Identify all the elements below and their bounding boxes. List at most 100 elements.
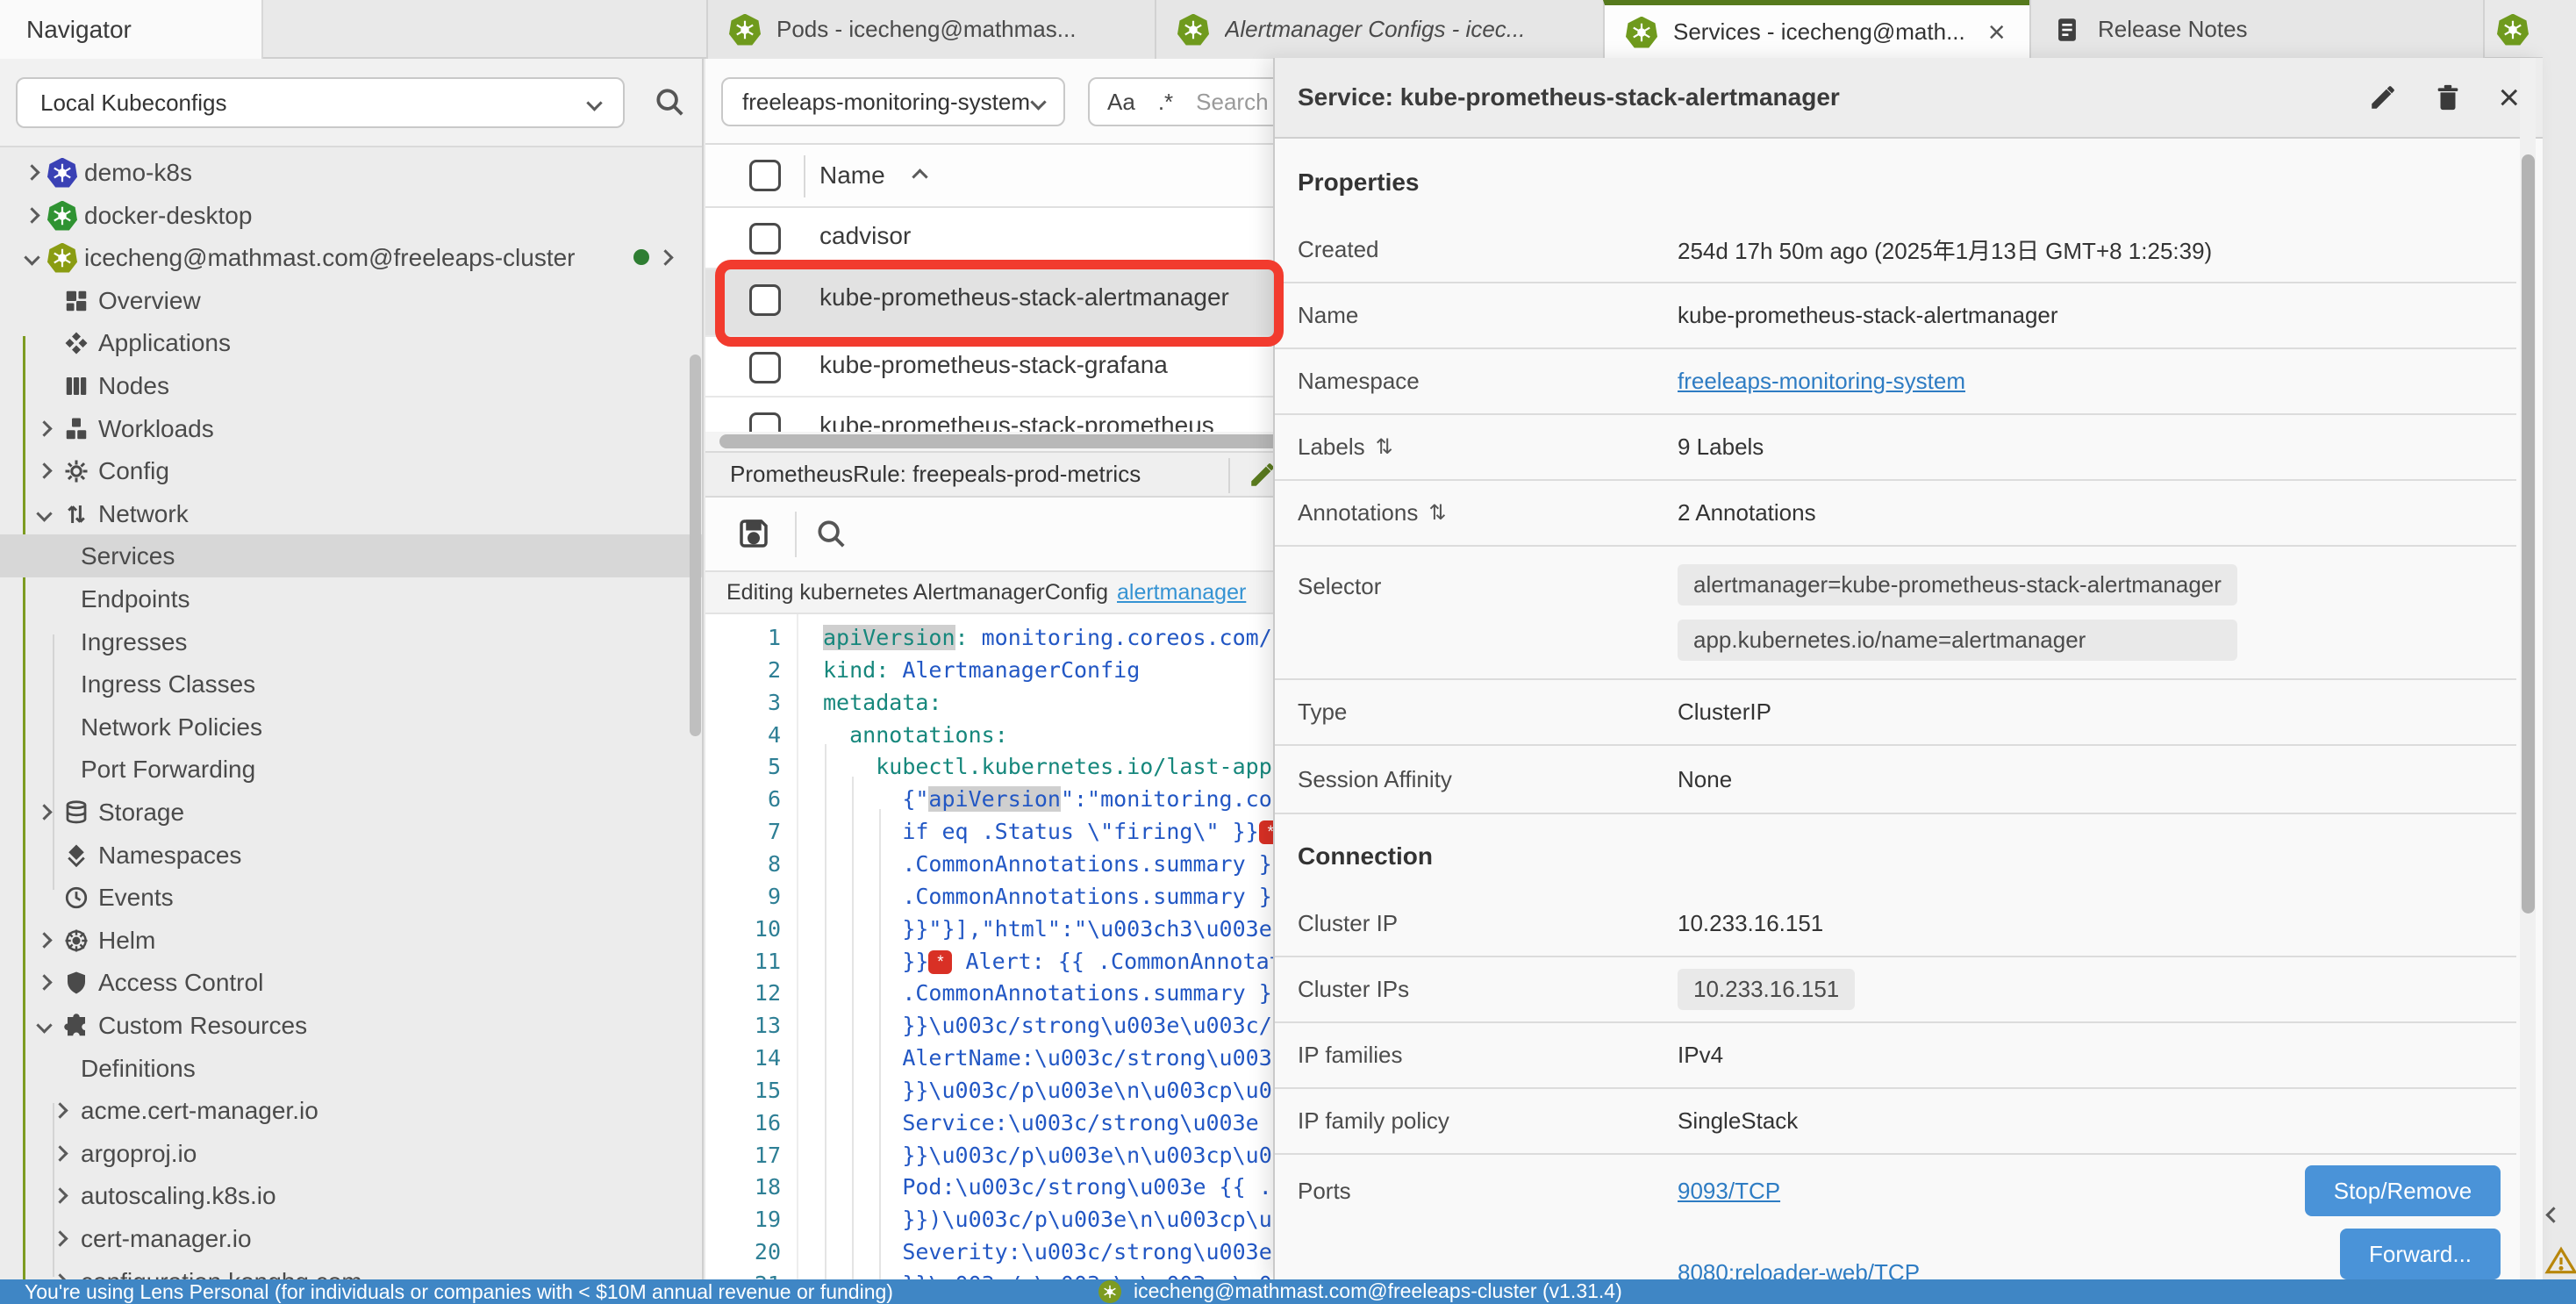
sidebar-item-configuration-konghq-com[interactable]: configuration.konghq.com <box>0 1260 702 1279</box>
divider <box>804 155 805 197</box>
chevron-right-icon[interactable] <box>52 1273 68 1279</box>
type-label: Type <box>1298 699 1678 726</box>
sidebar-item-namespaces[interactable]: Namespaces <box>0 834 702 877</box>
namespace-link[interactable]: freeleaps-monitoring-system <box>1678 368 1965 394</box>
port-link[interactable]: 9093/TCP <box>1678 1178 1920 1205</box>
row-checkbox[interactable] <box>749 223 781 254</box>
tab-4[interactable]: Release Notes <box>2029 0 2483 59</box>
stop-remove-button[interactable]: Stop/Remove <box>2305 1165 2501 1216</box>
property-row-labels: Labels⇅ 9 Labels <box>1275 415 2516 481</box>
save-icon[interactable] <box>735 515 772 552</box>
select-all-checkbox[interactable] <box>749 160 781 191</box>
sidebar-item-label: Access Control <box>98 969 263 997</box>
chevron-right-icon[interactable] <box>24 207 39 223</box>
port-link[interactable]: 8080:reloader-web/TCP <box>1678 1259 1920 1279</box>
chevron-right-icon[interactable] <box>36 974 52 990</box>
chevron-right-icon[interactable] <box>52 1230 68 1246</box>
line-number: 2 <box>712 657 781 683</box>
kubeconfig-selector-row: Local Kubeconfigs <box>0 59 702 147</box>
labels-value: 9 Labels <box>1678 433 1764 461</box>
alertmanager-link[interactable]: alertmanager <box>1117 580 1246 605</box>
row-checkbox[interactable] <box>749 412 781 432</box>
tab-3[interactable]: Services - icecheng@math... × <box>1603 0 2029 59</box>
sort-toggle-icon[interactable]: ⇅ <box>1428 500 1446 526</box>
sidebar-item-applications[interactable]: Applications <box>0 321 702 364</box>
chevron-down-icon[interactable] <box>24 249 39 265</box>
chevron-right-icon[interactable] <box>36 804 52 820</box>
namespaces-icon <box>63 842 89 869</box>
tab-1[interactable]: Pods - icecheng@mathmas... <box>706 0 1155 59</box>
chevron-right-icon[interactable] <box>36 932 52 948</box>
code-text: }}"}],"html":"\u003ch3\u003e\u <box>823 916 1299 942</box>
warning-icon[interactable] <box>2544 1244 2576 1278</box>
kubernetes-icon <box>47 243 77 273</box>
sidebar-item-overview[interactable]: Overview <box>0 279 702 322</box>
edit-pencil-icon[interactable] <box>2368 82 2398 112</box>
chevron-right-icon[interactable] <box>657 249 673 265</box>
sidebar-item-label: Nodes <box>98 372 169 400</box>
active-cluster-status[interactable]: icecheng@mathmast.com@freeleaps-cluster … <box>1098 1279 1622 1303</box>
sidebar-item-access-control[interactable]: Access Control <box>0 961 702 1004</box>
line-number: 4 <box>712 722 781 748</box>
sidebar-item-services[interactable]: Services <box>0 534 702 577</box>
sidebar-item-autoscaling-k8s-io[interactable]: autoscaling.k8s.io <box>0 1174 702 1217</box>
chevron-down-icon[interactable] <box>36 1017 52 1033</box>
sidebar-item-docker-desktop[interactable]: docker-desktop <box>0 194 702 237</box>
sort-toggle-icon[interactable]: ⇅ <box>1376 434 1393 460</box>
chevron-left-icon[interactable] <box>2545 1207 2561 1222</box>
chevron-right-icon[interactable] <box>52 1187 68 1203</box>
applications-icon <box>63 330 89 356</box>
row-checkbox[interactable] <box>749 352 781 383</box>
sidebar-item-config[interactable]: Config <box>0 449 702 492</box>
sidebar-scrollbar[interactable] <box>690 355 701 736</box>
sidebar-item-port-forwarding[interactable]: Port Forwarding <box>0 748 702 791</box>
sidebar-item-label: argoproj.io <box>81 1140 197 1168</box>
kubeconfig-select[interactable]: Local Kubeconfigs <box>16 77 625 128</box>
connected-status-dot <box>633 249 649 265</box>
chevron-down-icon[interactable] <box>36 505 52 521</box>
name-column-header[interactable]: Name <box>819 161 885 190</box>
property-row-annotations: Annotations⇅ 2 Annotations <box>1275 481 2516 547</box>
sidebar-item-workloads[interactable]: Workloads <box>0 407 702 450</box>
sidebar-item-ingresses[interactable]: Ingresses <box>0 620 702 663</box>
sidebar-item-network-policies[interactable]: Network Policies <box>0 706 702 749</box>
sidebar-item-argoproj-io[interactable]: argoproj.io <box>0 1132 702 1175</box>
sidebar-item-events[interactable]: Events <box>0 876 702 919</box>
search-icon[interactable] <box>653 85 686 118</box>
match-case-icon[interactable]: Aa <box>1107 89 1135 116</box>
chevron-right-icon[interactable] <box>52 1102 68 1118</box>
service-name: cadvisor <box>819 222 911 250</box>
sidebar-item-storage[interactable]: Storage <box>0 791 702 834</box>
sidebar-item-demo-k8s[interactable]: demo-k8s <box>0 151 702 194</box>
sidebar-item-definitions[interactable]: Definitions <box>0 1047 702 1090</box>
chevron-right-icon[interactable] <box>52 1145 68 1161</box>
chevron-right-icon[interactable] <box>24 164 39 180</box>
property-row-ip-family-policy: IP family policy SingleStack <box>1275 1089 2516 1155</box>
chevron-right-icon[interactable] <box>36 462 52 478</box>
property-row-ports: Ports 9093/TCP 8080:reloader-web/TCP Sto… <box>1275 1155 2516 1279</box>
tab-label: Services - icecheng@math... <box>1673 18 1965 46</box>
trash-icon[interactable] <box>2433 82 2463 112</box>
panel-scrollbar-thumb[interactable] <box>2522 154 2535 914</box>
sidebar-item-endpoints[interactable]: Endpoints <box>0 577 702 620</box>
navigator-panel-tab[interactable]: Navigator <box>0 0 263 59</box>
sidebar-item-ingress-classes[interactable]: Ingress Classes <box>0 663 702 706</box>
close-icon[interactable]: × <box>1988 18 2006 47</box>
regex-icon[interactable]: .* <box>1158 89 1173 116</box>
sidebar-item-cert-manager-io[interactable]: cert-manager.io <box>0 1217 702 1260</box>
selector-badge: alertmanager=kube-prometheus-stack-alert… <box>1678 564 2237 605</box>
forward-button[interactable]: Forward... <box>2340 1229 2501 1279</box>
chevron-right-icon[interactable] <box>36 420 52 436</box>
sidebar-item-nodes[interactable]: Nodes <box>0 364 702 407</box>
close-icon[interactable]: × <box>2498 79 2520 116</box>
sidebar-item-icecheng-mathmast-com-freeleaps-cluster[interactable]: icecheng@mathmast.com@freeleaps-cluster <box>0 236 702 279</box>
namespace-select[interactable]: freeleaps-monitoring-system <box>721 77 1065 126</box>
sidebar-item-network[interactable]: Network <box>0 492 702 535</box>
search-icon[interactable] <box>814 517 848 550</box>
workloads-icon <box>63 416 89 442</box>
sidebar-item-helm[interactable]: Helm <box>0 919 702 962</box>
tab-2[interactable]: Alertmanager Configs - icec... <box>1155 0 1603 59</box>
sidebar-item-acme-cert-manager-io[interactable]: acme.cert-manager.io <box>0 1089 702 1132</box>
sidebar-item-label: Ingresses <box>81 628 187 656</box>
sidebar-item-custom-resources[interactable]: Custom Resources <box>0 1004 702 1047</box>
